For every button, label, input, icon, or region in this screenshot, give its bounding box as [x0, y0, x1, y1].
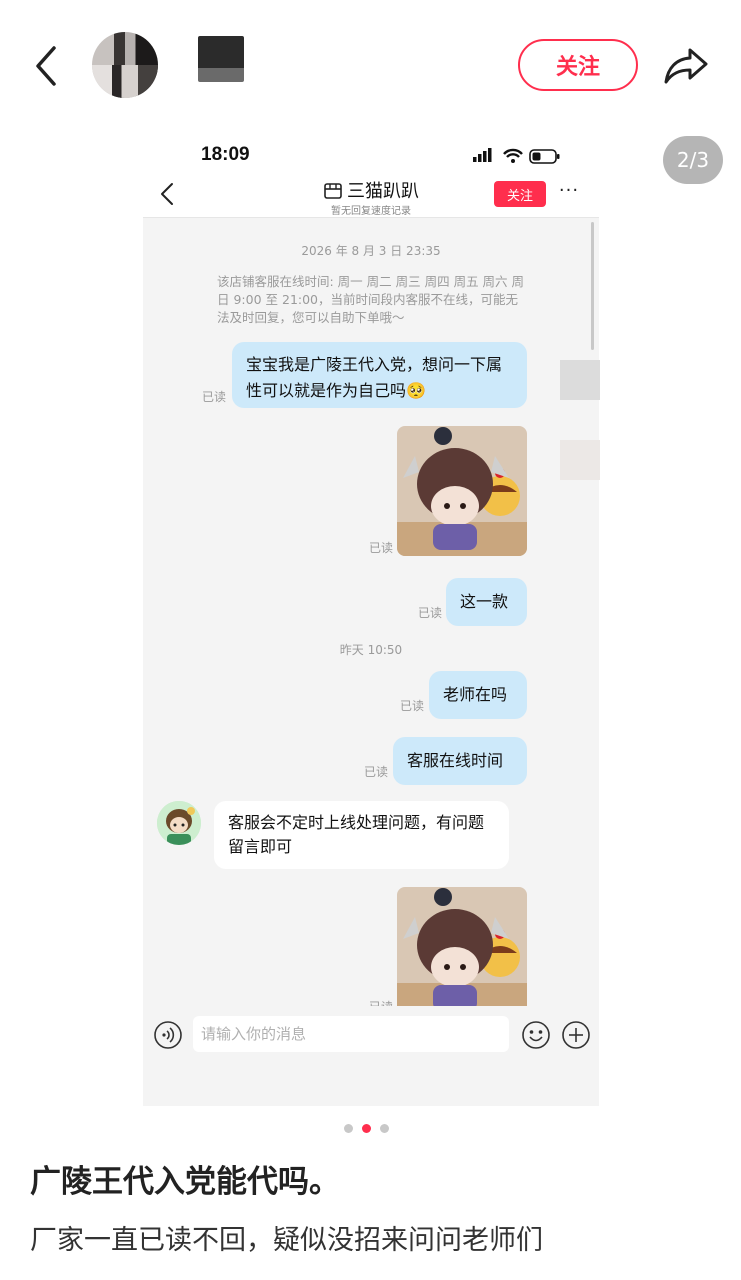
status-bar: 18:09 [143, 136, 599, 176]
message-bubble[interactable]: 老师在吗 [429, 671, 527, 719]
post-title: 广陵王代入党能代吗。 [30, 1164, 340, 1200]
agent-message-bubble[interactable]: 客服会不定时上线处理问题，有问题留言即可 [214, 801, 509, 869]
shop-name-text: 三猫趴趴 [347, 181, 419, 202]
read-status: 已读 [418, 606, 443, 620]
message-input-bar [143, 1006, 599, 1070]
back-button[interactable] [28, 40, 68, 92]
read-status: 已读 [202, 390, 227, 404]
status-time: 18:09 [201, 144, 250, 165]
shop-follow-button[interactable]: 关注 [494, 181, 546, 207]
battery-icon [529, 149, 560, 164]
shop-icon [324, 183, 342, 199]
post-body: 厂家一直已读不回，疑似没招来问问老师们 [30, 1225, 543, 1256]
author-name-redacted[interactable] [198, 36, 244, 82]
image-message[interactable] [397, 887, 527, 1006]
signal-icon [473, 148, 492, 162]
emoji-icon[interactable] [521, 1020, 551, 1050]
share-icon [664, 48, 708, 84]
carousel-dot-active[interactable] [362, 1124, 371, 1133]
next-slide-peek [560, 360, 600, 400]
image-message[interactable] [397, 426, 527, 556]
chat-screenshot[interactable]: 18:09 三猫趴趴 暂无回复速度记录 关注 ··· 2026 年 8 月 3 … [143, 136, 599, 1106]
more-menu-button[interactable]: ··· [557, 180, 581, 206]
service-hours-notice: 该店铺客服在线时间: 周一 周二 周三 周四 周五 周六 周日 9:00 至 2… [217, 274, 525, 325]
message-bubble[interactable]: 宝宝我是广陵王代入党，想问一下属性可以就是作为自己吗🥺 [232, 342, 527, 408]
back-arrow-icon [36, 46, 56, 86]
carousel-dot[interactable] [344, 1124, 353, 1133]
next-slide-peek [560, 440, 600, 480]
read-status: 已读 [400, 699, 425, 713]
agent-avatar-image [157, 801, 201, 845]
timestamp: 2026 年 8 月 3 日 23:35 [301, 244, 441, 258]
status-icons [473, 148, 560, 164]
chat-header: 三猫趴趴 暂无回复速度记录 关注 ··· [143, 176, 599, 218]
voice-icon[interactable] [153, 1020, 183, 1050]
follow-button[interactable]: 关注 [518, 39, 638, 91]
plush-photo [397, 426, 527, 556]
plush-photo [397, 887, 527, 1006]
wifi-icon [503, 148, 523, 163]
author-avatar[interactable] [92, 32, 158, 98]
message-bubble[interactable]: 这一款 [446, 578, 527, 626]
carousel-dots[interactable] [344, 1124, 394, 1134]
carousel-dot[interactable] [380, 1124, 389, 1133]
page-indicator-badge: 2/3 [663, 136, 723, 184]
read-status: 已读 [364, 765, 389, 779]
read-status: 已读 [369, 541, 394, 555]
message-input[interactable] [193, 1016, 509, 1052]
message-bubble[interactable]: 客服在线时间 [393, 737, 527, 785]
top-bar: 关注 [0, 0, 741, 130]
share-button[interactable] [662, 44, 710, 86]
timestamp: 昨天 10:50 [339, 643, 403, 657]
agent-avatar[interactable] [157, 801, 201, 845]
plus-icon[interactable] [561, 1020, 591, 1050]
